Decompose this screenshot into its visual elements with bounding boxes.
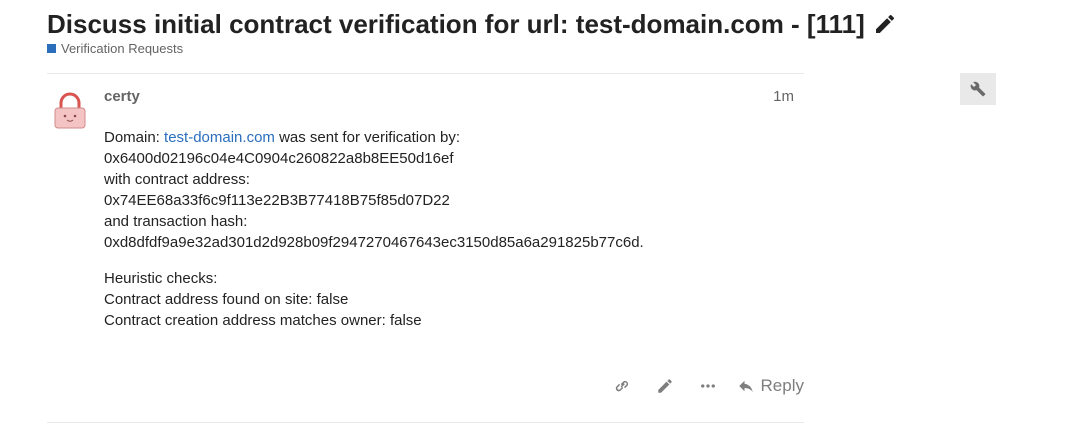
reply-button[interactable]: Reply [737,373,804,399]
admin-actions-button[interactable] [960,73,996,105]
category-name: Verification Requests [61,41,184,56]
topic-title-row: Discuss initial contract verification fo… [47,8,897,40]
divider [47,422,804,423]
divider [47,73,804,74]
sender-address: 0x6400d02196c04e4C0904c260822a8b8EE50d16… [104,150,454,167]
page-title: Discuss initial contract verification fo… [47,9,865,39]
reply-icon [738,380,753,392]
contract-label: with contract address: [104,171,250,188]
heuristic-title: Heuristic checks: [104,270,218,287]
category-color-swatch [47,44,56,53]
link-icon [615,381,628,392]
share-link-button[interactable] [603,373,641,399]
ellipsis-icon [700,384,715,388]
wrench-icon [970,81,986,97]
tx-hash: 0xd8dfdf9a9e32ad301d2d928b09f29472704676… [104,234,644,251]
post-body: Domain: test-domain.com was sent for ver… [104,127,804,346]
domain-link[interactable]: test-domain.com [164,129,275,146]
post-actions: Reply [586,373,804,399]
pencil-icon [657,379,672,393]
post-paragraph-heuristics: Heuristic checks: Contract address found… [104,268,804,331]
post-username[interactable]: certy [104,88,140,105]
check-address-found: Contract address found on site: false [104,291,349,308]
check-creation-owner: Contract creation address matches owner:… [104,312,422,329]
more-actions-button[interactable] [689,373,727,399]
contract-address: 0x74EE68a33f6c9f113e22B3B77418B75f85d07D… [104,192,450,209]
post-timestamp[interactable]: 1m [740,88,794,105]
reply-label: Reply [760,376,804,395]
avatar[interactable] [51,91,89,129]
pencil-icon[interactable] [873,12,897,36]
post-paragraph-verification: Domain: test-domain.com was sent for ver… [104,129,644,251]
category-badge[interactable]: Verification Requests [47,41,183,56]
edit-post-button[interactable] [646,373,684,399]
tx-label: and transaction hash: [104,213,248,230]
